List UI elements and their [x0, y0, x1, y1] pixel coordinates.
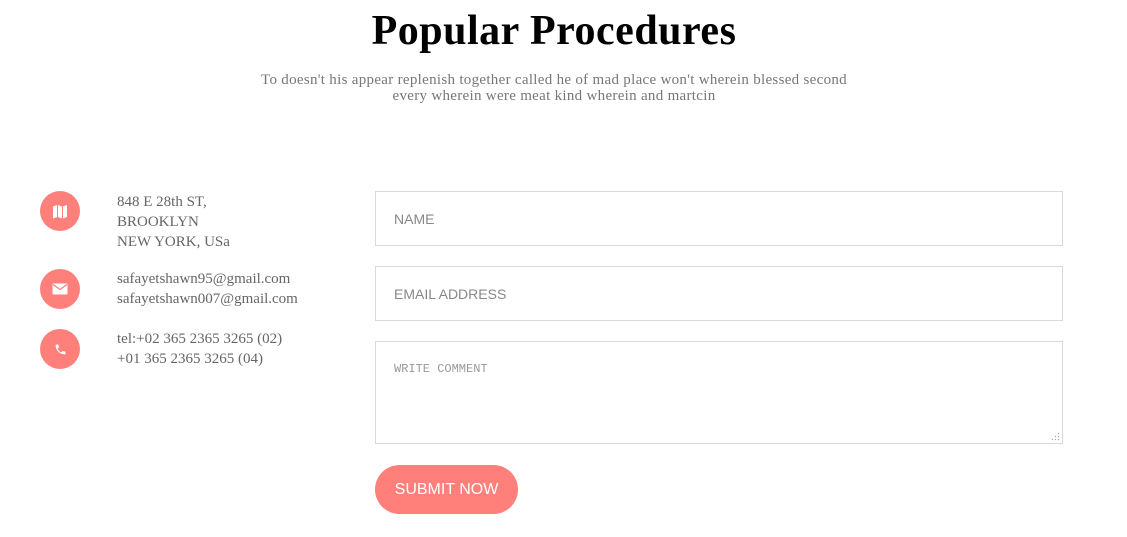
- comment-textarea[interactable]: [376, 342, 1062, 443]
- page-title: Popular Procedures: [371, 8, 737, 54]
- email-input[interactable]: [376, 267, 1062, 320]
- subtitle-line: To doesn't his appear replenish together…: [261, 72, 847, 88]
- submit-button[interactable]: SUBMIT NOW: [375, 465, 518, 514]
- page-subtitle: To doesn't his appear replenish together…: [229, 72, 879, 104]
- address-line: NEW YORK, USa: [117, 234, 230, 250]
- phone-text: tel:+02 365 2365 3265 (02) +01 365 2365 …: [117, 329, 357, 369]
- email-text: safayetshawn95@gmail.com safayetshawn007…: [117, 269, 357, 309]
- name-field: [375, 191, 1063, 246]
- name-input[interactable]: [376, 192, 1062, 245]
- phone-icon: [40, 329, 80, 369]
- subtitle-line: every wherein were meat kind wherein and…: [392, 88, 716, 104]
- phone-line[interactable]: tel:+02 365 2365 3265 (02): [117, 329, 357, 349]
- comment-field: [375, 341, 1063, 444]
- email-line[interactable]: safayetshawn95@gmail.com: [117, 269, 357, 289]
- email-field: [375, 266, 1063, 321]
- resize-grip-icon[interactable]: [1051, 432, 1060, 441]
- email-line[interactable]: safayetshawn007@gmail.com: [117, 289, 357, 309]
- map-icon: [40, 191, 80, 231]
- address-line: BROOKLYN: [117, 214, 199, 230]
- envelope-icon: [40, 269, 80, 309]
- address-line: 848 E 28th ST,: [117, 194, 207, 210]
- phone-line[interactable]: +01 365 2365 3265 (04): [117, 349, 357, 369]
- address-text: 848 E 28th ST, BROOKLYN NEW YORK, USa: [117, 192, 357, 252]
